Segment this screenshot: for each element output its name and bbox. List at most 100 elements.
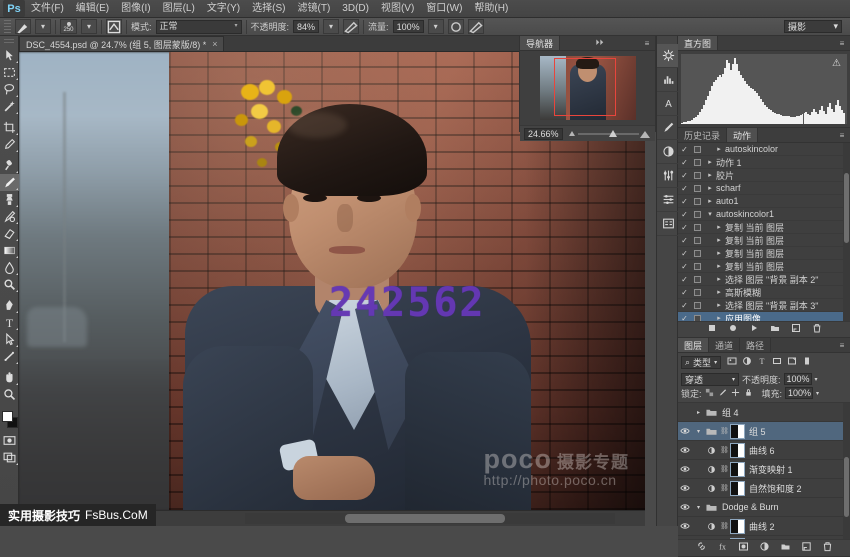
action-disclosure-triangle-icon[interactable]: ▸ <box>713 236 725 244</box>
action-toggle-checkmark[interactable]: ✓ <box>678 171 691 180</box>
action-row[interactable]: ✓▸scharf <box>678 182 850 195</box>
lasso-tool[interactable] <box>0 81 19 98</box>
action-disclosure-triangle-icon[interactable]: ▸ <box>713 288 725 296</box>
actions-list[interactable]: ✓▸autoskincolor✓▸动作 1✓▸胶片✓▸scharf✓▸auto1… <box>678 143 850 321</box>
layer-row[interactable]: ⛓曲线 1 <box>678 536 850 539</box>
action-row[interactable]: ✓▸复制 当前 图层 <box>678 247 850 260</box>
flow-input[interactable]: 100% <box>393 20 424 33</box>
layers-panel-menu-icon[interactable]: ≡ <box>834 338 850 352</box>
action-row[interactable]: ✓▸autoskincolor <box>678 143 850 156</box>
layer-mask-thumbnail[interactable] <box>730 443 745 458</box>
layer-mask-thumbnail[interactable] <box>730 481 745 496</box>
menu-image[interactable]: 图像(I) <box>115 0 156 18</box>
marquee-tool[interactable] <box>0 64 19 81</box>
healing-brush-tool[interactable] <box>0 157 19 174</box>
lock-all-icon[interactable] <box>744 388 753 399</box>
action-dialog-toggle[interactable] <box>691 172 704 179</box>
blur-tool[interactable] <box>0 259 19 276</box>
actions-scrollbar[interactable] <box>843 143 850 321</box>
action-disclosure-triangle-icon[interactable]: ▸ <box>713 223 725 231</box>
layer-mask-thumbnail[interactable] <box>730 462 745 477</box>
action-dialog-toggle[interactable] <box>691 315 704 322</box>
layer-style-icon[interactable]: fx <box>717 541 728 555</box>
opacity-dropdown-icon[interactable]: ▾ <box>323 19 339 34</box>
layer-row[interactable]: ▾⛓组 5 <box>678 422 850 441</box>
menu-filter[interactable]: 滤镜(T) <box>292 0 337 18</box>
zoom-tool[interactable] <box>0 386 19 403</box>
menu-help[interactable]: 帮助(H) <box>468 0 514 18</box>
screen-mode-toggle[interactable] <box>0 449 19 466</box>
action-row[interactable]: ✓▸选择 图层 "背景 副本 3" <box>678 299 850 312</box>
layer-group-disclosure-icon[interactable]: ▾ <box>694 428 703 435</box>
layer-visibility-eye-icon[interactable] <box>678 503 692 511</box>
action-dialog-toggle[interactable] <box>691 185 704 192</box>
layers-scrollbar[interactable] <box>843 403 850 539</box>
action-disclosure-triangle-icon[interactable]: ▸ <box>704 197 716 205</box>
tab-histogram[interactable]: 直方图 <box>678 36 718 50</box>
action-dialog-toggle[interactable] <box>691 198 704 205</box>
filter-shape-icon[interactable] <box>772 356 782 369</box>
tab-paths[interactable]: 路径 <box>740 338 771 352</box>
action-row[interactable]: ✓▸选择 图层 "背景 副本 2" <box>678 273 850 286</box>
layer-row[interactable]: ▸组 4 <box>678 403 850 422</box>
action-dialog-toggle[interactable] <box>691 289 704 296</box>
lock-position-icon[interactable] <box>731 388 740 399</box>
action-toggle-checkmark[interactable]: ✓ <box>678 197 691 206</box>
action-row[interactable]: ✓▸应用图像 <box>678 312 850 321</box>
histogram-dock-icon[interactable] <box>657 68 679 92</box>
hand-tool[interactable] <box>0 369 19 386</box>
navigator-collapse-icon[interactable]: ⏵⏵ <box>592 36 608 50</box>
move-tool[interactable] <box>0 47 19 64</box>
action-row[interactable]: ✓▸复制 当前 图层 <box>678 221 850 234</box>
action-dialog-toggle[interactable] <box>691 250 704 257</box>
flow-dropdown-icon[interactable]: ▾ <box>428 19 444 34</box>
layer-visibility-eye-icon[interactable] <box>678 427 692 435</box>
action-disclosure-triangle-icon[interactable]: ▸ <box>713 249 725 257</box>
lock-transparent-icon[interactable] <box>705 388 714 399</box>
layer-mask-link-icon[interactable]: ⛓ <box>720 427 728 435</box>
layer-group-disclosure-icon[interactable]: ▸ <box>694 409 703 416</box>
adjustments-icon[interactable] <box>657 164 679 188</box>
layer-filter-select[interactable]: ⌕ 类型 ▾ <box>681 356 721 369</box>
action-dialog-toggle[interactable] <box>691 159 704 166</box>
zoom-slider-track[interactable] <box>578 133 639 135</box>
tab-channels[interactable]: 通道 <box>709 338 740 352</box>
navigator-view-box[interactable] <box>554 58 616 116</box>
action-disclosure-triangle-icon[interactable]: ▸ <box>704 171 716 179</box>
action-disclosure-triangle-icon[interactable]: ▸ <box>713 262 725 270</box>
menu-file[interactable]: 文件(F) <box>25 0 70 18</box>
layer-mask-thumbnail[interactable] <box>730 519 745 534</box>
tab-navigator[interactable]: 导航器 <box>520 36 560 50</box>
flow-pressure-icon[interactable] <box>468 19 484 34</box>
navigator-panel-menu-icon[interactable]: ≡ <box>639 36 655 50</box>
menu-layer[interactable]: 图层(L) <box>157 0 201 18</box>
canvas-horizontal-scrollbar[interactable] <box>245 513 615 524</box>
layers-scroll-thumb[interactable] <box>844 457 849 517</box>
brush-panel-toggle-icon[interactable]: ▾ <box>81 19 97 34</box>
close-icon[interactable]: × <box>212 39 217 49</box>
layer-row[interactable]: ⛓曲线 6 <box>678 441 850 460</box>
new-layer-icon[interactable] <box>801 541 812 555</box>
action-toggle-checkmark[interactable]: ✓ <box>678 301 691 310</box>
layer-group-disclosure-icon[interactable]: ▾ <box>694 504 703 511</box>
link-layers-icon[interactable] <box>696 541 707 555</box>
zoom-in-icon[interactable] <box>640 131 650 138</box>
gradient-tool[interactable] <box>0 242 19 259</box>
layer-blend-mode-select[interactable]: 穿透 ▾ <box>681 373 739 386</box>
action-toggle-checkmark[interactable]: ✓ <box>678 223 691 232</box>
layer-visibility-eye-icon[interactable] <box>678 522 692 530</box>
menu-3d[interactable]: 3D(D) <box>336 0 375 18</box>
layer-row[interactable]: ⛓曲线 2 <box>678 517 850 536</box>
tools-panel-grip[interactable] <box>4 39 14 45</box>
filter-smart-icon[interactable] <box>787 356 797 369</box>
brush-panel-icon[interactable] <box>657 116 679 140</box>
tab-actions[interactable]: 动作 <box>727 128 758 142</box>
lock-brush-icon[interactable] <box>718 388 727 399</box>
character-icon[interactable]: A <box>657 92 679 116</box>
action-disclosure-triangle-icon[interactable]: ▸ <box>713 314 725 321</box>
layer-mask-thumbnail[interactable] <box>730 424 745 439</box>
quick-mask-toggle[interactable] <box>0 432 19 449</box>
history-brush-tool[interactable] <box>0 208 19 225</box>
histogram-warning-icon[interactable]: ⚠ <box>832 58 841 69</box>
opacity-chevron-icon[interactable]: ▾ <box>815 376 818 383</box>
